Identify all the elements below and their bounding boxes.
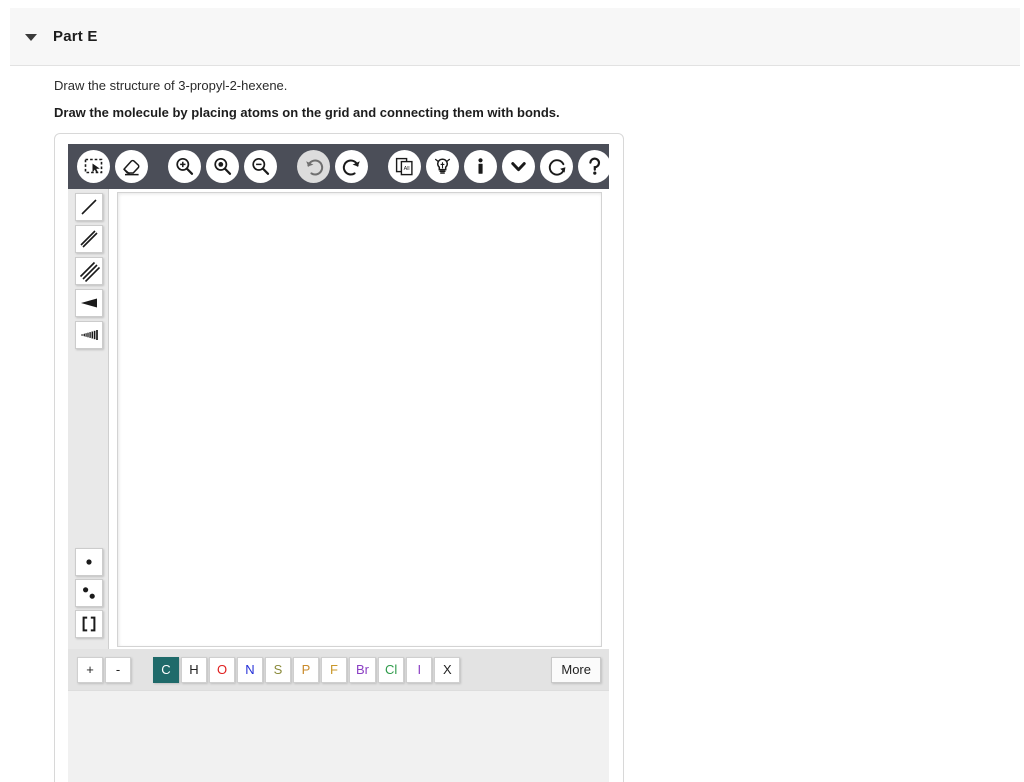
lone-pair-tool[interactable] bbox=[75, 579, 103, 607]
undo-icon bbox=[303, 156, 325, 178]
eraser-tool-button[interactable] bbox=[115, 150, 148, 183]
svg-text:All: All bbox=[404, 166, 410, 172]
part-header: Part E bbox=[10, 8, 1020, 66]
page-root: Part E Draw the structure of 3-propyl-2-… bbox=[0, 0, 1024, 782]
answer-footer-area bbox=[68, 690, 609, 782]
lightbulb-icon bbox=[432, 156, 453, 177]
info-icon bbox=[470, 156, 491, 177]
reset-button[interactable] bbox=[540, 150, 573, 183]
redo-icon bbox=[341, 156, 363, 178]
wedge-bond-tool[interactable] bbox=[75, 289, 103, 317]
element-button-C[interactable]: C bbox=[153, 656, 179, 683]
redo-button[interactable] bbox=[335, 150, 368, 183]
brackets-icon bbox=[78, 613, 100, 635]
page-title: Part E bbox=[53, 28, 98, 45]
element-button-N[interactable]: N bbox=[237, 656, 263, 683]
zoom-fit-icon bbox=[212, 156, 233, 177]
undo-button[interactable] bbox=[297, 150, 330, 183]
hash-bond-tool[interactable] bbox=[75, 321, 103, 349]
copy-all-icon: All bbox=[394, 156, 415, 177]
element-button-Br[interactable]: Br bbox=[349, 656, 376, 683]
element-button-F[interactable]: F bbox=[321, 656, 347, 683]
molecular-drawing-widget: All + - C H O N S P F Br Cl I X More bbox=[54, 133, 624, 782]
wedge-bond-icon bbox=[78, 292, 100, 314]
decrease-charge-button[interactable]: - bbox=[105, 656, 131, 683]
hint-button[interactable] bbox=[426, 150, 459, 183]
more-elements-button[interactable]: More bbox=[551, 656, 601, 683]
double-dot-icon bbox=[78, 582, 100, 604]
element-button-P[interactable]: P bbox=[293, 656, 319, 683]
info-button[interactable] bbox=[464, 150, 497, 183]
drawing-canvas[interactable] bbox=[117, 192, 602, 647]
element-button-S[interactable]: S bbox=[265, 656, 291, 683]
zoom-fit-button[interactable] bbox=[206, 150, 239, 183]
chevron-down-icon bbox=[508, 156, 529, 177]
zoom-out-icon bbox=[250, 156, 271, 177]
element-button-Cl[interactable]: Cl bbox=[378, 656, 405, 683]
element-button-X[interactable]: X bbox=[434, 656, 461, 683]
zoom-in-icon bbox=[174, 156, 195, 177]
zoom-in-button[interactable] bbox=[168, 150, 201, 183]
marquee-select-icon bbox=[83, 156, 104, 177]
question-text: Draw the structure of 3-propyl-2-hexene. bbox=[54, 78, 288, 93]
zoom-out-button[interactable] bbox=[244, 150, 277, 183]
question-mark-icon bbox=[584, 156, 605, 177]
triple-bond-icon bbox=[78, 260, 100, 282]
eraser-icon bbox=[121, 156, 142, 177]
select-tool-button[interactable] bbox=[77, 150, 110, 183]
copy-all-button[interactable]: All bbox=[388, 150, 421, 183]
help-button[interactable] bbox=[578, 150, 611, 183]
single-bond-icon bbox=[78, 196, 100, 218]
triple-bond-tool[interactable] bbox=[75, 257, 103, 285]
double-bond-icon bbox=[78, 228, 100, 250]
element-button-O[interactable]: O bbox=[209, 656, 235, 683]
increase-charge-button[interactable]: + bbox=[77, 656, 103, 683]
drawing-toolbar: All bbox=[68, 144, 611, 189]
element-button-H[interactable]: H bbox=[181, 656, 207, 683]
brackets-tool[interactable] bbox=[75, 610, 103, 638]
single-bond-tool[interactable] bbox=[75, 193, 103, 221]
double-bond-tool[interactable] bbox=[75, 225, 103, 253]
radical-electron-tool[interactable] bbox=[75, 548, 103, 576]
caret-down-icon[interactable] bbox=[23, 29, 39, 45]
instruction-text: Draw the molecule by placing atoms on th… bbox=[54, 105, 560, 120]
element-palette: + - C H O N S P F Br Cl I X More bbox=[68, 649, 609, 690]
hash-bond-icon bbox=[78, 324, 100, 346]
element-button-I[interactable]: I bbox=[406, 656, 433, 683]
refresh-icon bbox=[546, 156, 568, 178]
more-options-button[interactable] bbox=[502, 150, 535, 183]
single-dot-icon bbox=[78, 551, 100, 573]
